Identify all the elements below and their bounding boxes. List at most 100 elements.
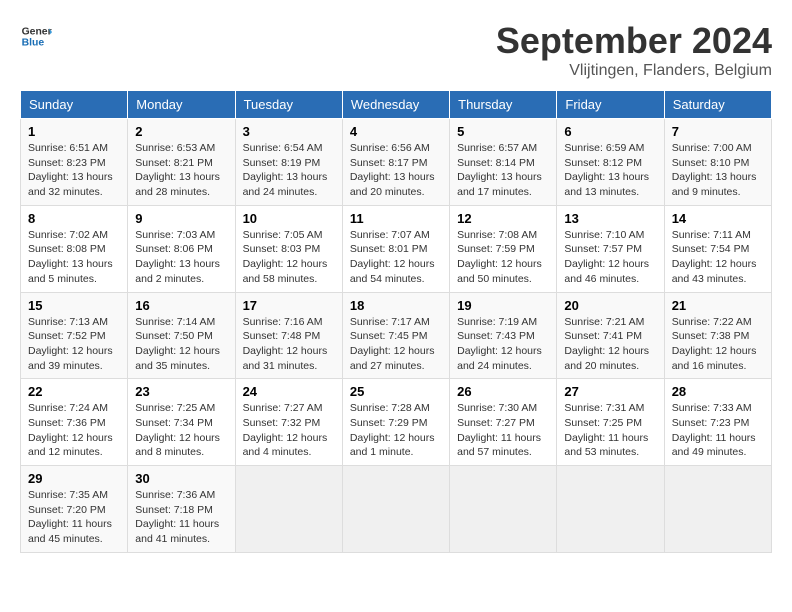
logo-icon: General Blue [20,20,52,52]
day-number: 14 [672,211,764,226]
day-info: Sunrise: 7:25 AM Sunset: 7:34 PM Dayligh… [135,401,227,460]
day-info: Sunrise: 7:28 AM Sunset: 7:29 PM Dayligh… [350,401,442,460]
day-info: Sunrise: 7:35 AM Sunset: 7:20 PM Dayligh… [28,488,120,547]
table-row: 2 Sunrise: 6:53 AM Sunset: 8:21 PM Daylig… [128,119,235,206]
day-info: Sunrise: 7:05 AM Sunset: 8:03 PM Dayligh… [243,228,335,287]
day-info: Sunrise: 7:17 AM Sunset: 7:45 PM Dayligh… [350,315,442,374]
day-info: Sunrise: 6:54 AM Sunset: 8:19 PM Dayligh… [243,141,335,200]
col-saturday: Saturday [664,91,771,119]
table-row: 15 Sunrise: 7:13 AM Sunset: 7:52 PM Dayli… [21,292,128,379]
day-info: Sunrise: 7:00 AM Sunset: 8:10 PM Dayligh… [672,141,764,200]
table-row: 10Sunrise: 7:05 AM Sunset: 8:03 PM Dayli… [235,205,342,292]
table-row [450,466,557,553]
day-number: 17 [243,298,335,313]
day-info: Sunrise: 7:11 AM Sunset: 7:54 PM Dayligh… [672,228,764,287]
table-row: 12 Sunrise: 7:08 AM Sunset: 7:59 PM Dayli… [450,205,557,292]
day-info: Sunrise: 7:19 AM Sunset: 7:43 PM Dayligh… [457,315,549,374]
table-row: 6 Sunrise: 6:59 AM Sunset: 8:12 PM Daylig… [557,119,664,206]
day-info: Sunrise: 7:14 AM Sunset: 7:50 PM Dayligh… [135,315,227,374]
table-row [235,466,342,553]
day-number: 24 [243,384,335,399]
day-info: Sunrise: 7:24 AM Sunset: 7:36 PM Dayligh… [28,401,120,460]
day-info: Sunrise: 6:51 AM Sunset: 8:23 PM Dayligh… [28,141,120,200]
logo: General Blue [20,20,52,52]
day-info: Sunrise: 7:27 AM Sunset: 7:32 PM Dayligh… [243,401,335,460]
day-number: 15 [28,298,120,313]
day-number: 29 [28,471,120,486]
col-tuesday: Tuesday [235,91,342,119]
day-number: 13 [564,211,656,226]
day-info: Sunrise: 7:22 AM Sunset: 7:38 PM Dayligh… [672,315,764,374]
table-row: 19 Sunrise: 7:19 AM Sunset: 7:43 PM Dayli… [450,292,557,379]
day-number: 6 [564,124,656,139]
calendar-table: Sunday Monday Tuesday Wednesday Thursday… [20,90,772,553]
table-row: 1 Sunrise: 6:51 AM Sunset: 8:23 PM Daylig… [21,119,128,206]
day-number: 30 [135,471,227,486]
day-number: 3 [243,124,335,139]
col-thursday: Thursday [450,91,557,119]
table-row: 4 Sunrise: 6:56 AM Sunset: 8:17 PM Daylig… [342,119,449,206]
day-number: 26 [457,384,549,399]
day-number: 12 [457,211,549,226]
day-number: 25 [350,384,442,399]
calendar-week-1: 8Sunrise: 7:02 AM Sunset: 8:08 PM Daylig… [21,205,772,292]
table-row: 27 Sunrise: 7:31 AM Sunset: 7:25 PM Dayli… [557,379,664,466]
svg-text:General: General [22,26,52,37]
table-row: 17Sunrise: 7:16 AM Sunset: 7:48 PM Dayli… [235,292,342,379]
table-row: 20 Sunrise: 7:21 AM Sunset: 7:41 PM Dayli… [557,292,664,379]
table-row: 23 Sunrise: 7:25 AM Sunset: 7:34 PM Dayli… [128,379,235,466]
day-number: 4 [350,124,442,139]
day-info: Sunrise: 7:03 AM Sunset: 8:06 PM Dayligh… [135,228,227,287]
table-row: 11 Sunrise: 7:07 AM Sunset: 8:01 PM Dayli… [342,205,449,292]
month-title: September 2024 [496,20,772,62]
day-info: Sunrise: 7:31 AM Sunset: 7:25 PM Dayligh… [564,401,656,460]
day-info: Sunrise: 7:08 AM Sunset: 7:59 PM Dayligh… [457,228,549,287]
calendar-week-0: 1 Sunrise: 6:51 AM Sunset: 8:23 PM Daylig… [21,119,772,206]
day-number: 20 [564,298,656,313]
day-number: 11 [350,211,442,226]
table-row: 13 Sunrise: 7:10 AM Sunset: 7:57 PM Dayli… [557,205,664,292]
col-monday: Monday [128,91,235,119]
day-number: 19 [457,298,549,313]
day-number: 1 [28,124,120,139]
day-number: 22 [28,384,120,399]
table-row: 3 Sunrise: 6:54 AM Sunset: 8:19 PM Daylig… [235,119,342,206]
table-row: 9 Sunrise: 7:03 AM Sunset: 8:06 PM Daylig… [128,205,235,292]
table-row: 26 Sunrise: 7:30 AM Sunset: 7:27 PM Dayli… [450,379,557,466]
table-row: 25 Sunrise: 7:28 AM Sunset: 7:29 PM Dayli… [342,379,449,466]
day-number: 2 [135,124,227,139]
day-number: 21 [672,298,764,313]
day-info: Sunrise: 7:10 AM Sunset: 7:57 PM Dayligh… [564,228,656,287]
day-info: Sunrise: 7:30 AM Sunset: 7:27 PM Dayligh… [457,401,549,460]
day-number: 5 [457,124,549,139]
day-info: Sunrise: 7:36 AM Sunset: 7:18 PM Dayligh… [135,488,227,547]
day-number: 8 [28,211,120,226]
day-number: 28 [672,384,764,399]
location-subtitle: Vlijtingen, Flanders, Belgium [496,62,772,80]
day-number: 23 [135,384,227,399]
day-info: Sunrise: 7:07 AM Sunset: 8:01 PM Dayligh… [350,228,442,287]
table-row: 5Sunrise: 6:57 AM Sunset: 8:14 PM Daylig… [450,119,557,206]
day-info: Sunrise: 6:53 AM Sunset: 8:21 PM Dayligh… [135,141,227,200]
table-row [342,466,449,553]
day-number: 9 [135,211,227,226]
table-row: 22 Sunrise: 7:24 AM Sunset: 7:36 PM Dayli… [21,379,128,466]
day-number: 7 [672,124,764,139]
table-row: 14 Sunrise: 7:11 AM Sunset: 7:54 PM Dayli… [664,205,771,292]
calendar-week-3: 22 Sunrise: 7:24 AM Sunset: 7:36 PM Dayli… [21,379,772,466]
table-row: 7 Sunrise: 7:00 AM Sunset: 8:10 PM Daylig… [664,119,771,206]
day-info: Sunrise: 7:21 AM Sunset: 7:41 PM Dayligh… [564,315,656,374]
table-row [557,466,664,553]
table-row: 30 Sunrise: 7:36 AM Sunset: 7:18 PM Dayli… [128,466,235,553]
table-row [664,466,771,553]
calendar-week-4: 29 Sunrise: 7:35 AM Sunset: 7:20 PM Dayli… [21,466,772,553]
day-info: Sunrise: 7:13 AM Sunset: 7:52 PM Dayligh… [28,315,120,374]
day-info: Sunrise: 6:59 AM Sunset: 8:12 PM Dayligh… [564,141,656,200]
header-row: Sunday Monday Tuesday Wednesday Thursday… [21,91,772,119]
title-block: September 2024 Vlijtingen, Flanders, Bel… [496,20,772,80]
table-row: 8Sunrise: 7:02 AM Sunset: 8:08 PM Daylig… [21,205,128,292]
col-sunday: Sunday [21,91,128,119]
day-number: 27 [564,384,656,399]
calendar-week-2: 15 Sunrise: 7:13 AM Sunset: 7:52 PM Dayli… [21,292,772,379]
day-info: Sunrise: 6:56 AM Sunset: 8:17 PM Dayligh… [350,141,442,200]
